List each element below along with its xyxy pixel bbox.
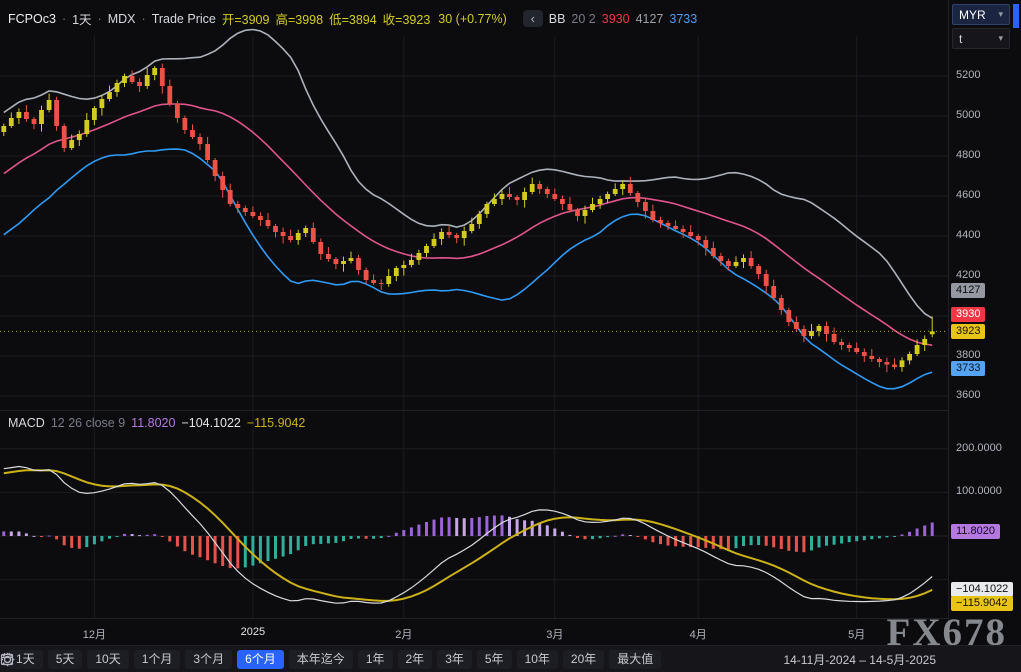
price-axis[interactable]: 520050004800460044004200400038003600200.… bbox=[948, 0, 1021, 645]
unit-select[interactable]: t ▾ bbox=[952, 28, 1010, 49]
bb-upper-price-tag: 4127 bbox=[951, 283, 985, 298]
change-value: 30 (+0.77%) bbox=[438, 12, 506, 26]
calendar-icon bbox=[0, 652, 14, 666]
time-axis-label: 2025 bbox=[241, 626, 265, 638]
range-button-10[interactable]: 3年 bbox=[437, 650, 472, 669]
separator-dot: · bbox=[142, 12, 146, 26]
trading-terminal: FCPOc3 · 1天 · MDX · Trade Price 开=3909 高… bbox=[0, 0, 1021, 672]
price-tick-label: 3600 bbox=[956, 389, 980, 401]
macd-hist-tag: 11.8020 bbox=[951, 524, 1000, 539]
price-tick-label: 4400 bbox=[956, 229, 980, 241]
macd-signal-value: −115.9042 bbox=[247, 416, 306, 430]
macd-params: 12 26 close 9 bbox=[51, 416, 125, 430]
currency-label: MYR bbox=[959, 8, 986, 22]
close-value: 收=3923 bbox=[383, 9, 431, 28]
scrollbar-thumb[interactable] bbox=[1013, 4, 1019, 28]
bb-indicator-label[interactable]: BB bbox=[549, 12, 566, 26]
range-button-9[interactable]: 2年 bbox=[398, 650, 433, 669]
price-tick-label: 5200 bbox=[956, 69, 980, 81]
chart-legend: FCPOc3 · 1天 · MDX · Trade Price 开=3909 高… bbox=[8, 9, 697, 28]
range-button-11[interactable]: 5年 bbox=[477, 650, 512, 669]
time-axis-label: 3月 bbox=[546, 626, 563, 642]
unit-label: t bbox=[959, 32, 962, 46]
symbol-name[interactable]: FCPOc3 bbox=[8, 12, 56, 26]
price-tick-label: 4800 bbox=[956, 149, 980, 161]
bb-basis-price-tag: 3930 bbox=[951, 307, 985, 322]
open-value: 开=3909 bbox=[222, 9, 270, 28]
time-axis-label: 2月 bbox=[395, 626, 412, 642]
series-type-label: Trade Price bbox=[152, 12, 216, 26]
bb-lower-value: 3733 bbox=[669, 12, 697, 26]
collapse-indicators-button[interactable]: ‹ bbox=[523, 10, 543, 27]
range-button-14[interactable]: 最大值 bbox=[609, 650, 661, 669]
exchange-label: MDX bbox=[108, 12, 136, 26]
macd-chart[interactable] bbox=[0, 410, 948, 618]
bb-lower-price-tag: 3733 bbox=[951, 361, 985, 376]
main-chart[interactable] bbox=[0, 0, 948, 410]
range-button-6[interactable]: 6个月 bbox=[237, 650, 284, 669]
bb-upper-value: 4127 bbox=[636, 12, 664, 26]
calendar-button[interactable] bbox=[941, 657, 949, 661]
macd-line-value: −104.1022 bbox=[181, 416, 240, 430]
macd-legend: MACD 12 26 close 9 11.8020 −104.1022 −11… bbox=[8, 416, 305, 430]
range-button-12[interactable]: 10年 bbox=[517, 650, 558, 669]
price-tick-label: 4600 bbox=[956, 189, 980, 201]
macd-tick-label: 100.0000 bbox=[956, 485, 1002, 497]
time-axis-label: 4月 bbox=[690, 626, 707, 642]
range-button-7[interactable]: 本年迄今 bbox=[289, 650, 353, 669]
bottom-toolbar: 1天5天10天1个月3个月6个月本年迄今1年2年3年5年10年20年最大值 14… bbox=[0, 645, 1021, 672]
time-axis-label: 5月 bbox=[848, 626, 865, 642]
price-tick-label: 4200 bbox=[956, 269, 980, 281]
price-tick-label: 3800 bbox=[956, 349, 980, 361]
range-button-5[interactable]: 3个月 bbox=[185, 650, 232, 669]
interval-label[interactable]: 1天 bbox=[72, 9, 91, 28]
settings-gear-button[interactable] bbox=[666, 657, 674, 661]
macd-indicator-label[interactable]: MACD bbox=[8, 416, 45, 430]
bb-basis-value: 3930 bbox=[602, 12, 630, 26]
currency-select[interactable]: MYR ▾ bbox=[952, 4, 1010, 25]
chevron-down-icon: ▾ bbox=[998, 33, 1003, 44]
price-tick-label: 5000 bbox=[956, 109, 980, 121]
macd-signal-tag: −115.9042 bbox=[951, 596, 1013, 611]
range-button-13[interactable]: 20年 bbox=[563, 650, 604, 669]
separator-dot: · bbox=[98, 12, 102, 26]
separator-dot: · bbox=[62, 12, 66, 26]
pane-divider[interactable] bbox=[0, 410, 1021, 411]
range-button-8[interactable]: 1年 bbox=[358, 650, 393, 669]
macd-hist-value: 11.8020 bbox=[131, 416, 175, 430]
chevron-down-icon: ▾ bbox=[998, 9, 1003, 20]
macd-line-tag: −104.1022 bbox=[951, 582, 1013, 597]
time-axis-label: 12月 bbox=[83, 626, 106, 642]
range-button-4[interactable]: 1个月 bbox=[134, 650, 181, 669]
last-price-tag: 3923 bbox=[951, 324, 985, 339]
date-range-button[interactable]: 14-11月-2024 – 14-5月-2025 bbox=[783, 651, 936, 668]
range-button-3[interactable]: 10天 bbox=[87, 650, 128, 669]
bb-params: 20 2 bbox=[571, 12, 595, 26]
range-button-2[interactable]: 5天 bbox=[48, 650, 83, 669]
macd-tick-label: 200.0000 bbox=[956, 442, 1002, 454]
high-value: 高=3998 bbox=[275, 9, 323, 28]
range-buttons: 1天5天10天1个月3个月6个月本年迄今1年2年3年5年10年20年最大值 bbox=[8, 650, 661, 669]
time-axis[interactable]: 12月 2025 2月 3月 4月 5月 bbox=[0, 618, 948, 646]
low-value: 低=3894 bbox=[329, 9, 377, 28]
